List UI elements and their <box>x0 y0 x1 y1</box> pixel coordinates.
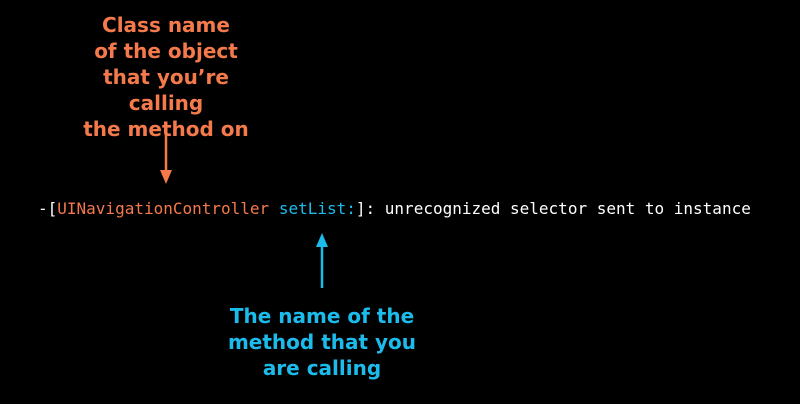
code-prefix: -[ <box>38 199 58 218</box>
method-name-annotation: The name of the method that you are call… <box>222 303 422 381</box>
annotation-line: method that you <box>227 330 417 354</box>
down-arrow-icon <box>160 130 172 184</box>
annotation-line: are calling <box>262 356 382 380</box>
annotation-line: The name of the <box>229 304 415 328</box>
code-suffix: ]: unrecognized selector sent to instanc… <box>355 199 751 218</box>
selector-name: setList: <box>278 199 356 218</box>
class-name: UINavigationController <box>57 199 270 218</box>
up-arrow-icon <box>316 233 328 288</box>
error-message: -[UINavigationController setList:]: unre… <box>38 199 751 218</box>
